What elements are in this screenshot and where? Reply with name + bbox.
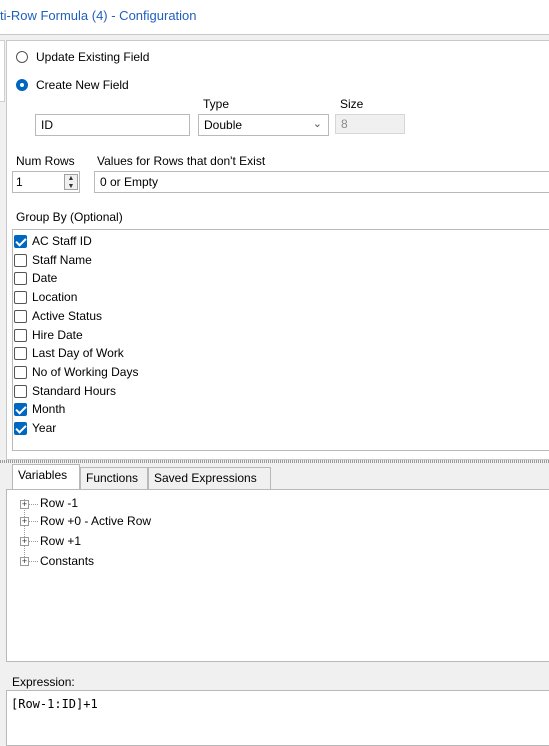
group-by-checkbox[interactable]	[14, 403, 27, 416]
group-by-item-label: Last Day of Work	[32, 346, 124, 360]
group-by-checkbox[interactable]	[14, 385, 27, 398]
group-by-item-label: Month	[32, 402, 66, 416]
list-item[interactable]: Active Status	[14, 309, 314, 325]
create-new-radio[interactable]	[16, 79, 28, 91]
list-item[interactable]: Staff Name	[14, 253, 314, 269]
chevron-down-icon: ⌄	[312, 118, 322, 130]
tree-branch	[29, 561, 38, 563]
group-by-checkbox[interactable]	[14, 235, 27, 248]
list-item[interactable]: Location	[14, 290, 314, 306]
tab-functions-label: Functions	[86, 471, 139, 485]
list-item[interactable]: Date	[14, 271, 314, 287]
type-select[interactable]: Double ⌄	[198, 114, 329, 136]
group-by-checkbox[interactable]	[14, 347, 27, 360]
tab-functions[interactable]: Functions	[80, 467, 148, 489]
window-title: ti-Row Formula (4) - Configuration	[0, 8, 197, 23]
expression-text: [Row-1:ID]+1	[11, 697, 98, 711]
group-by-label: Group By (Optional)	[16, 210, 123, 224]
num-rows-stepper[interactable]: 1 ▲ ▼	[12, 171, 80, 193]
tree-branch	[29, 541, 38, 543]
expression-editor[interactable]: [Row-1:ID]+1	[6, 690, 549, 746]
group-by-checkbox[interactable]	[14, 291, 27, 304]
list-item[interactable]: Last Day of Work	[14, 346, 314, 362]
list-item[interactable]: Standard Hours	[14, 384, 314, 400]
tab-variables[interactable]: Variables	[12, 464, 80, 489]
num-rows-label: Num Rows	[16, 154, 75, 168]
group-by-item-label: Date	[32, 271, 58, 285]
tab-saved-expressions-label: Saved Expressions	[154, 471, 257, 485]
plus-box-icon[interactable]: +	[20, 500, 29, 509]
tree-branch	[29, 504, 38, 506]
plus-box-icon[interactable]: +	[20, 517, 29, 526]
group-by-item-label: Hire Date	[32, 328, 83, 342]
expression-label: Expression:	[12, 675, 75, 689]
tab-saved-expressions[interactable]: Saved Expressions	[148, 467, 271, 489]
group-by-checkbox[interactable]	[14, 329, 27, 342]
group-by-checkbox[interactable]	[14, 254, 27, 267]
list-item[interactable]: No of Working Days	[14, 365, 314, 381]
type-label: Type	[203, 97, 230, 111]
list-item[interactable]: Hire Date	[14, 328, 314, 344]
group-by-item-label: Standard Hours	[32, 384, 117, 398]
group-by-item-label: Year	[32, 421, 57, 435]
group-by-checkbox[interactable]	[14, 272, 27, 285]
group-by-checkbox[interactable]	[14, 422, 27, 435]
type-select-value: Double	[204, 118, 243, 132]
create-new-label: Create New Field	[36, 78, 129, 92]
panel-splitter[interactable]	[0, 460, 549, 463]
missing-rows-input[interactable]: 0 or Empty	[94, 171, 549, 193]
missing-rows-label: Values for Rows that don't Exist	[97, 154, 266, 168]
spinner-arrows-icon[interactable]: ▲ ▼	[64, 174, 78, 190]
new-field-name-input[interactable]: ID	[35, 114, 190, 136]
update-existing-label: Update Existing Field	[36, 50, 150, 64]
group-by-checkbox[interactable]	[14, 310, 27, 323]
tree-item-row-plus-1[interactable]: Row +1	[40, 534, 81, 548]
list-item[interactable]: AC Staff ID	[14, 234, 314, 250]
list-item[interactable]: Month	[14, 402, 314, 418]
group-by-checkbox[interactable]	[14, 366, 27, 379]
size-label: Size	[340, 97, 364, 111]
tree-branch	[29, 521, 38, 523]
tab-variables-label: Variables	[18, 468, 68, 482]
update-existing-radio[interactable]	[16, 51, 28, 63]
left-panel-edge	[0, 40, 5, 102]
group-by-item-label: Staff Name	[32, 253, 92, 267]
size-input: 8	[335, 114, 405, 134]
plus-box-icon[interactable]: +	[20, 557, 29, 566]
list-item[interactable]: Year	[14, 421, 314, 437]
group-by-item-label: Location	[32, 290, 78, 304]
num-rows-value: 1	[16, 175, 23, 189]
tree-item-constants[interactable]: Constants	[40, 554, 94, 568]
tree-item-row-minus-1[interactable]: Row -1	[40, 496, 78, 510]
group-by-item-label: No of Working Days	[32, 365, 139, 379]
plus-box-icon[interactable]: +	[20, 537, 29, 546]
group-by-item-label: Active Status	[32, 309, 103, 323]
title-divider	[0, 34, 549, 35]
tree-item-row-0[interactable]: Row +0 - Active Row	[40, 514, 151, 528]
group-by-item-label: AC Staff ID	[32, 234, 92, 248]
